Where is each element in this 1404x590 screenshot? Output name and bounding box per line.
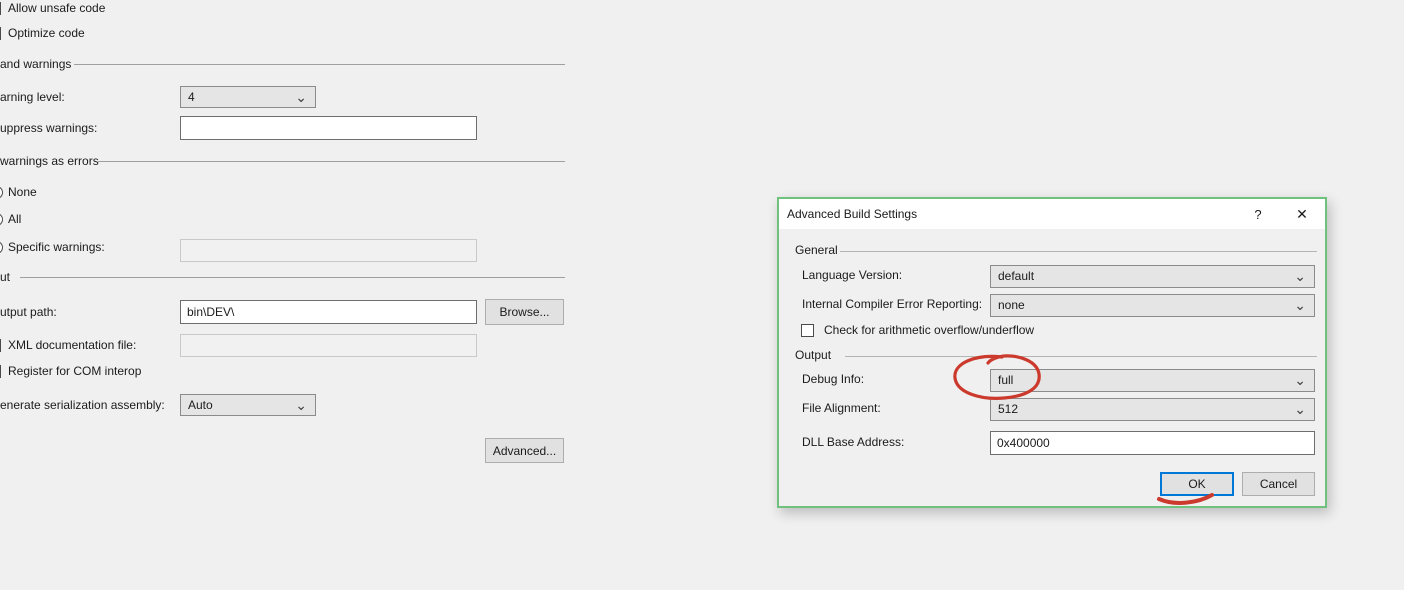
chevron-down-icon: ⌄ [295, 89, 307, 105]
warnings-none-label: None [8, 185, 37, 199]
xml-documentation-label: XML documentation file: [8, 338, 137, 352]
section-divider [20, 277, 565, 278]
debug-info-dropdown[interactable]: full ⌄ [990, 369, 1315, 392]
advanced-button[interactable]: Advanced... [485, 438, 564, 463]
suppress-warnings-input[interactable] [180, 116, 477, 140]
chevron-down-icon: ⌄ [1294, 268, 1306, 284]
warnings-none-radio[interactable] [0, 186, 3, 199]
language-version-value: default [998, 269, 1035, 283]
specific-warnings-label: Specific warnings: [8, 240, 105, 254]
file-alignment-dropdown[interactable]: 512 ⌄ [990, 398, 1315, 421]
ice-reporting-label: Internal Compiler Error Reporting: [802, 297, 983, 311]
debug-info-label: Debug Info: [802, 372, 865, 386]
screenshot-root: Allow unsafe code Optimize code and warn… [0, 0, 1404, 590]
group-divider [845, 356, 1317, 357]
errors-warnings-section-header: and warnings [0, 57, 72, 71]
file-alignment-value: 512 [998, 402, 1019, 416]
general-group-label: General [795, 243, 838, 257]
warnings-all-label: All [8, 212, 22, 226]
build-settings-page: Allow unsafe code Optimize code and warn… [0, 0, 600, 590]
output-path-input[interactable] [180, 300, 477, 324]
file-alignment-label: File Alignment: [802, 401, 881, 415]
help-button[interactable]: ? [1241, 199, 1275, 229]
dialog-title: Advanced Build Settings [787, 207, 918, 221]
dll-base-address-label: DLL Base Address: [802, 435, 905, 449]
warning-level-dropdown[interactable]: 4 ⌄ [180, 86, 316, 108]
close-button[interactable]: ✕ [1285, 199, 1319, 229]
chevron-down-icon: ⌄ [295, 397, 307, 413]
output-section-header: ut [0, 270, 11, 284]
warning-level-label: arning level: [0, 90, 65, 104]
xml-documentation-input [180, 334, 477, 357]
register-com-interop-label: Register for COM interop [8, 364, 142, 378]
section-divider [74, 64, 565, 65]
serialization-assembly-value: Auto [188, 398, 213, 412]
warnings-all-radio[interactable] [0, 213, 3, 226]
debug-info-value: full [998, 373, 1014, 387]
treat-warnings-section-header: warnings as errors [0, 154, 99, 168]
output-group-label: Output [795, 348, 832, 362]
ice-reporting-dropdown[interactable]: none ⌄ [990, 294, 1315, 317]
chevron-down-icon: ⌄ [1294, 297, 1306, 313]
close-icon: ✕ [1296, 205, 1308, 222]
advanced-build-settings-dialog: Advanced Build Settings ? ✕ General Lang… [777, 197, 1327, 508]
cancel-button[interactable]: Cancel [1242, 472, 1315, 496]
section-divider [98, 161, 565, 162]
chevron-down-icon: ⌄ [1294, 372, 1306, 388]
group-divider [840, 251, 1317, 252]
chevron-down-icon: ⌄ [1294, 401, 1306, 417]
dialog-titlebar[interactable]: Advanced Build Settings ? ✕ [779, 199, 1325, 229]
browse-button[interactable]: Browse... [485, 299, 564, 325]
language-version-label: Language Version: [802, 268, 903, 282]
optimize-code-label: Optimize code [8, 26, 85, 40]
register-com-interop-checkbox[interactable] [0, 365, 1, 378]
xml-documentation-checkbox[interactable] [0, 339, 1, 352]
serialization-assembly-label: enerate serialization assembly: [0, 398, 165, 412]
help-icon: ? [1254, 206, 1262, 222]
allow-unsafe-label: Allow unsafe code [8, 1, 106, 15]
output-path-label: utput path: [0, 305, 57, 319]
overflow-check-label: Check for arithmetic overflow/underflow [824, 323, 1035, 337]
dll-base-address-input[interactable] [990, 431, 1315, 455]
serialization-assembly-dropdown[interactable]: Auto ⌄ [180, 394, 316, 416]
ice-reporting-value: none [998, 298, 1025, 312]
optimize-code-checkbox[interactable] [0, 27, 1, 40]
allow-unsafe-checkbox[interactable] [0, 2, 1, 15]
specific-warnings-radio[interactable] [0, 241, 3, 254]
ok-button[interactable]: OK [1160, 472, 1234, 496]
specific-warnings-input [180, 239, 477, 262]
warning-level-value: 4 [188, 90, 195, 104]
overflow-check-checkbox[interactable] [801, 324, 814, 337]
language-version-dropdown[interactable]: default ⌄ [990, 265, 1315, 288]
suppress-warnings-label: uppress warnings: [0, 121, 98, 135]
